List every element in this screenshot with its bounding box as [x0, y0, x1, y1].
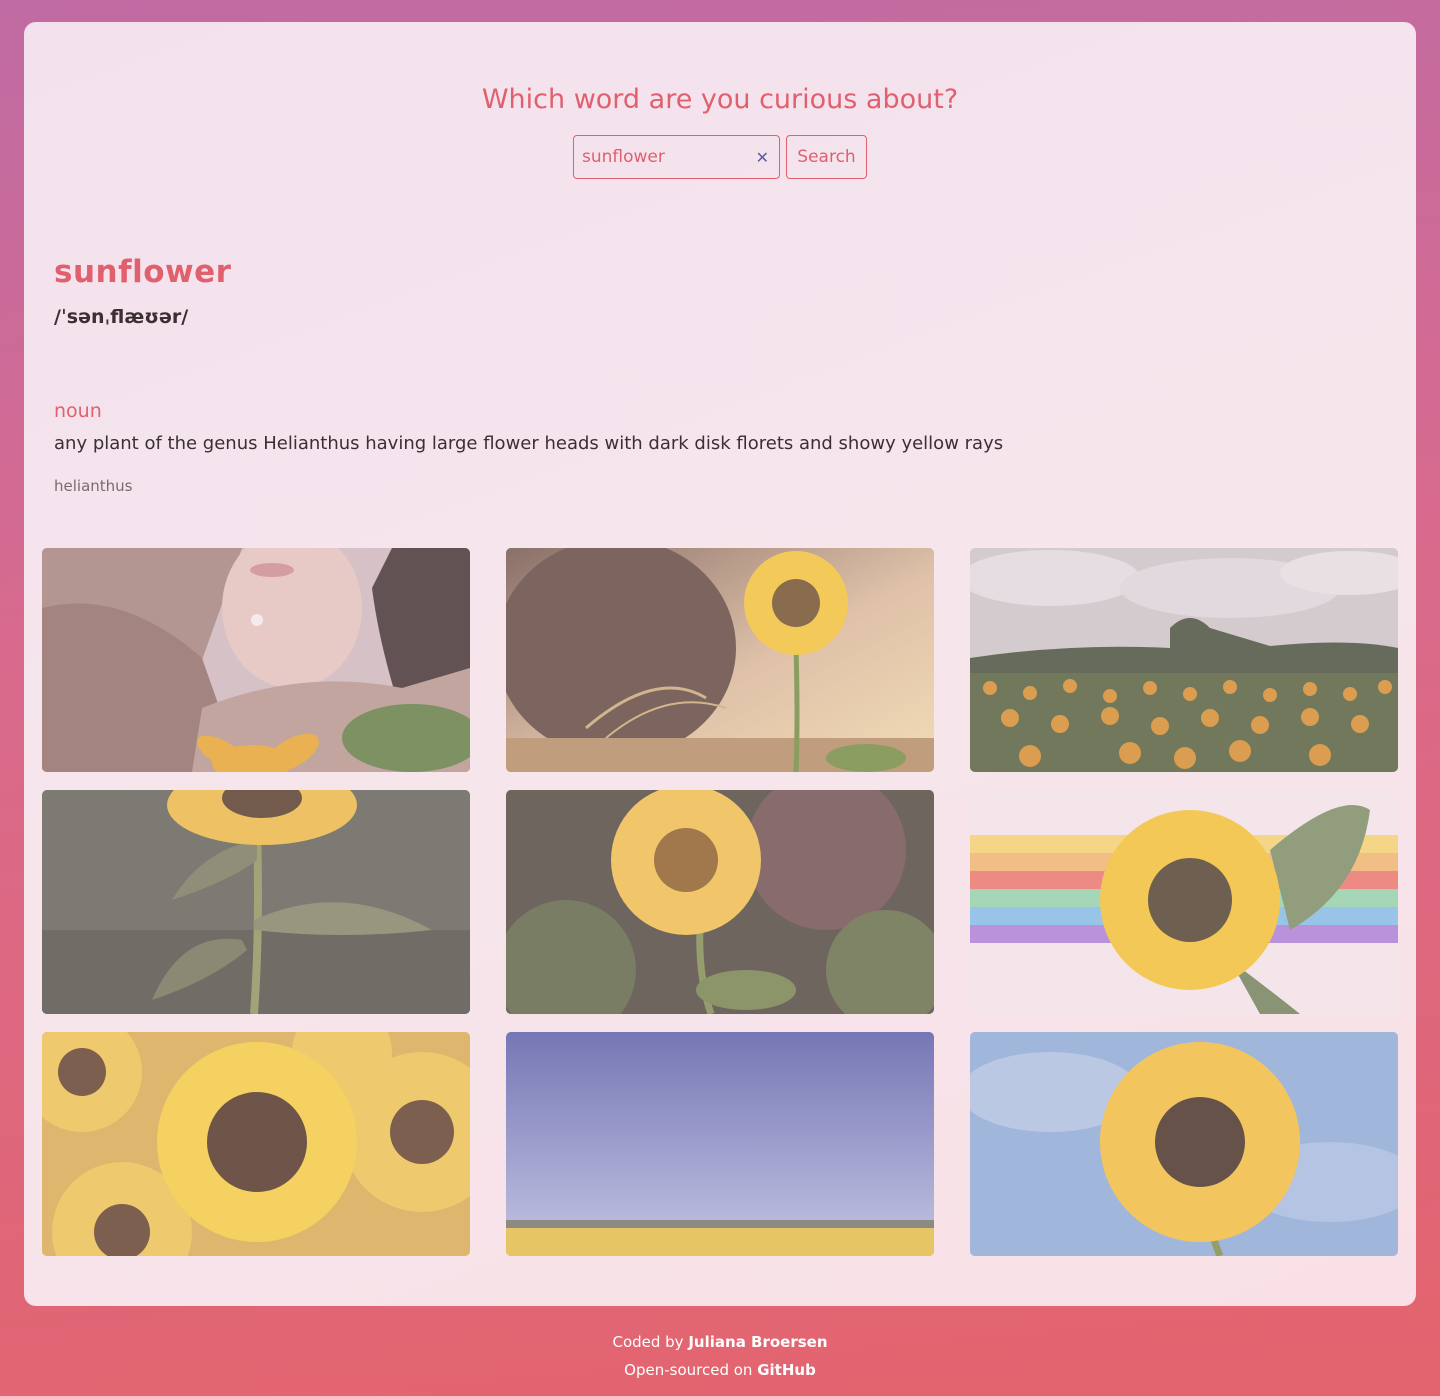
- photo-woman-with-sunflower[interactable]: [42, 548, 470, 772]
- search-input[interactable]: [582, 147, 756, 167]
- page-title: Which word are you curious about?: [481, 84, 959, 115]
- photo-sunflowers-crowd[interactable]: [42, 1032, 470, 1256]
- photo-sunflower-field-clouds[interactable]: [970, 548, 1398, 772]
- phonetic-text: /ˈsənˌflæʊər/: [54, 306, 189, 328]
- search-button[interactable]: Search: [786, 135, 867, 179]
- result-word: sunflower: [54, 254, 232, 290]
- github-link[interactable]: GitHub: [757, 1361, 816, 1379]
- close-icon[interactable]: ✕: [756, 148, 769, 167]
- synonym-text: helianthus: [54, 477, 133, 495]
- footer-source: Open-sourced on GitHub: [0, 1361, 1440, 1379]
- definition-text: any plant of the genus Helianthus having…: [54, 433, 1004, 454]
- photo-sunflower-at-sunset[interactable]: [506, 548, 934, 772]
- photo-sunflower-stem-dark[interactable]: [42, 790, 470, 1014]
- search-box: ✕: [573, 135, 780, 179]
- footer-source-prefix: Open-sourced on: [624, 1361, 753, 1379]
- photo-sunflower-closeup-bokeh[interactable]: [506, 790, 934, 1014]
- footer-credit: Coded by Juliana Broersen: [0, 1333, 1440, 1351]
- photo-field-under-blue-sky[interactable]: [506, 1032, 934, 1256]
- author-link[interactable]: Juliana Broersen: [688, 1333, 827, 1351]
- photo-gallery: [42, 548, 1398, 1256]
- part-of-speech: noun: [54, 400, 102, 422]
- photo-sunflower-on-rainbow[interactable]: [970, 790, 1398, 1014]
- search-form: ✕ Search: [573, 135, 867, 179]
- dictionary-card: Which word are you curious about? ✕ Sear…: [24, 22, 1416, 1306]
- footer-credit-prefix: Coded by: [612, 1333, 684, 1351]
- photo-sunflower-blue-sky[interactable]: [970, 1032, 1398, 1256]
